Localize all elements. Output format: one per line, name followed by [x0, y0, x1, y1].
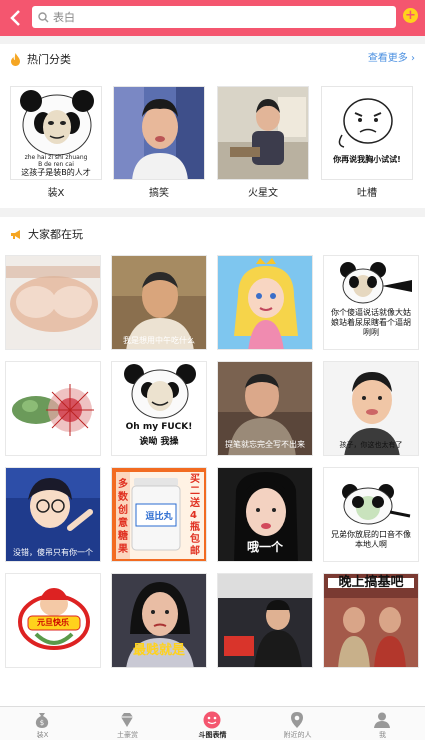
frog-splash-image — [6, 362, 100, 455]
add-plus-icon[interactable]: + — [403, 8, 418, 23]
caption-bottom: 这孩子是装B的人才 — [21, 168, 91, 177]
playing-section-title: 大家都在玩 — [28, 228, 83, 241]
category-label: 装X — [47, 188, 65, 199]
tab-zhuangx[interactable]: $ 装X — [0, 707, 85, 741]
side-text-right: 买二送4瓶包邮 — [190, 474, 200, 557]
grid-caption: 元旦快乐 — [37, 618, 69, 627]
hot-section-title: 热门分类 — [27, 53, 71, 66]
photo-man-image — [114, 87, 204, 179]
grid-item[interactable]: 我是想用中午吃什么 — [111, 255, 207, 350]
grid-caption: 逗比丸 — [145, 512, 173, 522]
grid-caption: 你个傻逼说话就像大姑娘站着尿尿瞎看个逼胡咧咧 — [331, 308, 411, 337]
grid-item[interactable] — [217, 573, 313, 668]
photo-child-image — [218, 87, 308, 179]
search-icon — [38, 11, 49, 22]
sticker-face-icon — [203, 711, 221, 729]
category-label: 搞笑 — [149, 188, 169, 199]
grid-caption: 没错，傻吊只有你一个 — [13, 548, 93, 557]
tab-label: 我 — [379, 731, 386, 739]
search-input[interactable]: 表白 — [32, 6, 396, 28]
grid-item[interactable] — [5, 361, 101, 456]
money-bag-icon: $ — [35, 713, 49, 728]
grid-item[interactable]: 哦一个 — [217, 467, 313, 562]
photo-image — [6, 256, 100, 349]
megaphone-icon — [11, 229, 20, 239]
grid-caption: 哦一个 — [246, 540, 283, 554]
stage-photo-image — [218, 574, 312, 667]
top-bar: 表白 + — [0, 0, 425, 36]
tab-label: 斗图表情 — [198, 731, 227, 739]
grid-item[interactable]: 元旦快乐 — [5, 573, 101, 668]
grid-item[interactable]: 孩子，你这也太有了 — [323, 361, 419, 456]
search-placeholder: 表白 — [53, 11, 75, 24]
grid-caption: 晚上搞基吧 — [328, 576, 414, 589]
tab-tuhao[interactable]: 土豪赏 — [85, 707, 170, 741]
location-pin-icon — [291, 712, 303, 728]
svg-text:$: $ — [40, 719, 44, 727]
grid-item[interactable]: 最贱就是 — [111, 573, 207, 668]
category-funny[interactable] — [113, 86, 205, 180]
flame-icon — [11, 52, 20, 66]
playing-section-header: 大家都在玩 — [0, 217, 425, 251]
grid-caption: 最贱就是 — [132, 643, 185, 658]
category-caption: 你再说我胸小试试! — [333, 155, 401, 164]
tab-label: 附近的人 — [283, 731, 312, 739]
tab-doutu[interactable]: 斗图表情 — [170, 707, 255, 741]
view-more-link[interactable]: 查看更多 › — [368, 42, 415, 76]
grid-caption-top: Oh my FUCK! — [125, 422, 193, 432]
tab-label: 土豪赏 — [117, 731, 138, 739]
grid-caption: 兄弟你放屁的口音不像本地人啊 — [331, 530, 411, 549]
grid-item[interactable] — [217, 255, 313, 350]
cartoon-princess-image — [218, 256, 312, 349]
view-more-label: 查看更多 — [367, 53, 408, 64]
grid-item[interactable]: 没错，傻吊只有你一个 — [5, 467, 101, 562]
grid-item[interactable]: Oh my FUCK! 诶呦 我操 — [111, 361, 207, 456]
person-icon — [374, 712, 390, 728]
grid-item[interactable] — [5, 255, 101, 350]
diamond-icon — [121, 713, 133, 727]
divider — [0, 208, 425, 217]
grid-item[interactable]: 提笔就忘完全写不出来 — [217, 361, 313, 456]
tab-me[interactable]: 我 — [340, 707, 425, 741]
back-arrow-icon[interactable] — [0, 0, 30, 36]
bottom-tab-bar: $ 装X 土豪赏 斗图表情 附近的人 我 — [0, 706, 425, 740]
category-label: 火星文 — [248, 188, 278, 199]
grid-item[interactable]: 逗比丸 多数创意糖果 买二送4瓶包邮 — [111, 467, 207, 562]
grid-item[interactable]: 你个傻逼说话就像大姑娘站着尿尿瞎看个逼胡咧咧 — [323, 255, 419, 350]
grid-caption: 孩子，你这也太有了 — [339, 441, 403, 449]
category-label: 吐槽 — [357, 188, 377, 199]
tab-label: 装X — [36, 731, 49, 739]
side-text-left: 多数创意糖果 — [118, 479, 128, 555]
grid-caption: 诶呦 我操 — [139, 437, 179, 447]
category-martian-text[interactable] — [217, 86, 309, 180]
tab-nearby[interactable]: 附近的人 — [255, 707, 340, 741]
grid-item[interactable]: 晚上搞基吧 — [323, 573, 419, 668]
category-complain[interactable]: 你再说我胸小试试! — [321, 86, 413, 180]
sketch-face-image — [322, 87, 412, 179]
grid-caption: 我是想用中午吃什么 — [123, 336, 195, 345]
category-zhuangx[interactable]: zhe hai zi shi zhuang B de ren cai 这孩子是装… — [10, 86, 102, 180]
hot-section-header: 热门分类 查看更多 › — [0, 42, 425, 76]
grid-caption: 提笔就忘完全写不出来 — [225, 440, 305, 449]
grid-item[interactable]: 兄弟你放屁的口音不像本地人啊 — [323, 467, 419, 562]
